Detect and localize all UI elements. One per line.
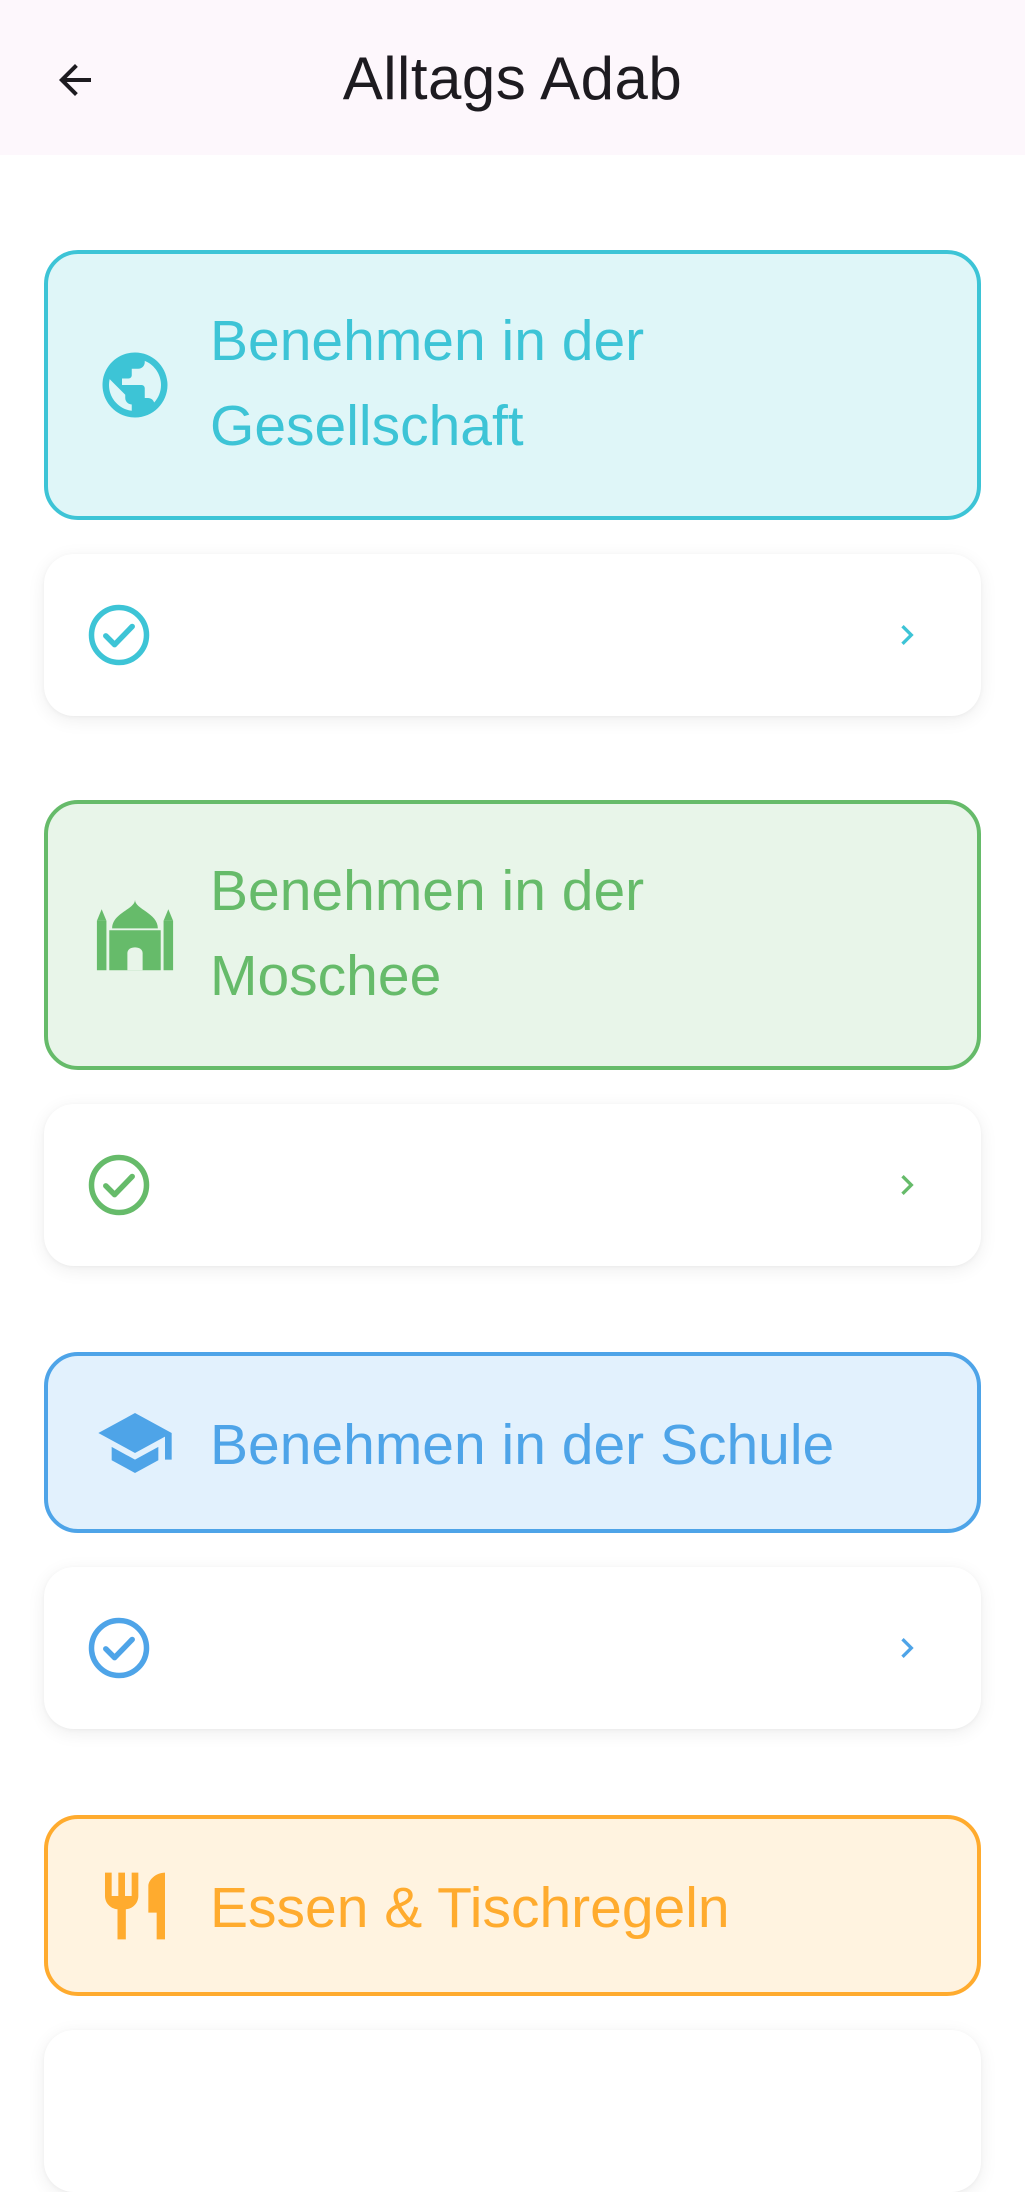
restaurant-icon	[95, 1866, 175, 1946]
category-moschee[interactable]: Benehmen in der Moschee	[44, 800, 981, 1070]
graduation-cap-icon	[95, 1403, 175, 1483]
category-label-line2: Gesellschaft	[210, 394, 524, 458]
category-label-line1: Benehmen in der	[210, 859, 645, 923]
category-gesellschaft[interactable]: Benehmen in der Gesellschaft	[44, 250, 981, 520]
chevron-right-icon	[901, 1175, 914, 1195]
category-label: Benehmen in der Gesellschaft	[210, 299, 857, 469]
check-circle-icon	[88, 1154, 150, 1216]
category-label-line1: Benehmen in der Schule	[210, 1413, 835, 1477]
list-item-schule[interactable]	[44, 1567, 981, 1729]
chevron-right-icon	[901, 1638, 914, 1658]
page-title: Alltags Adab	[342, 45, 683, 112]
check-circle-icon	[88, 604, 150, 666]
list-item-moschee[interactable]	[44, 1104, 981, 1266]
category-label: Benehmen in der Moschee	[210, 849, 857, 1019]
category-schule[interactable]: Benehmen in der Schule	[44, 1352, 981, 1533]
chevron-right-icon	[901, 625, 914, 645]
check-circle-icon	[88, 1617, 150, 1679]
mosque-icon	[95, 895, 175, 975]
category-essen[interactable]: Essen & Tischregeln	[44, 1815, 981, 1996]
category-label: Benehmen in der Schule	[210, 1403, 857, 1488]
app-bar: Alltags Adab	[0, 0, 1025, 155]
category-label-line1: Benehmen in der	[210, 309, 645, 373]
list-item-essen[interactable]	[44, 2030, 981, 2192]
category-label-line1: Essen & Tischregeln	[210, 1876, 730, 1940]
globe-icon	[95, 345, 175, 425]
category-label: Essen & Tischregeln	[210, 1866, 857, 1951]
category-label-line2: Moschee	[210, 944, 442, 1008]
list-item-gesellschaft[interactable]	[44, 554, 981, 716]
